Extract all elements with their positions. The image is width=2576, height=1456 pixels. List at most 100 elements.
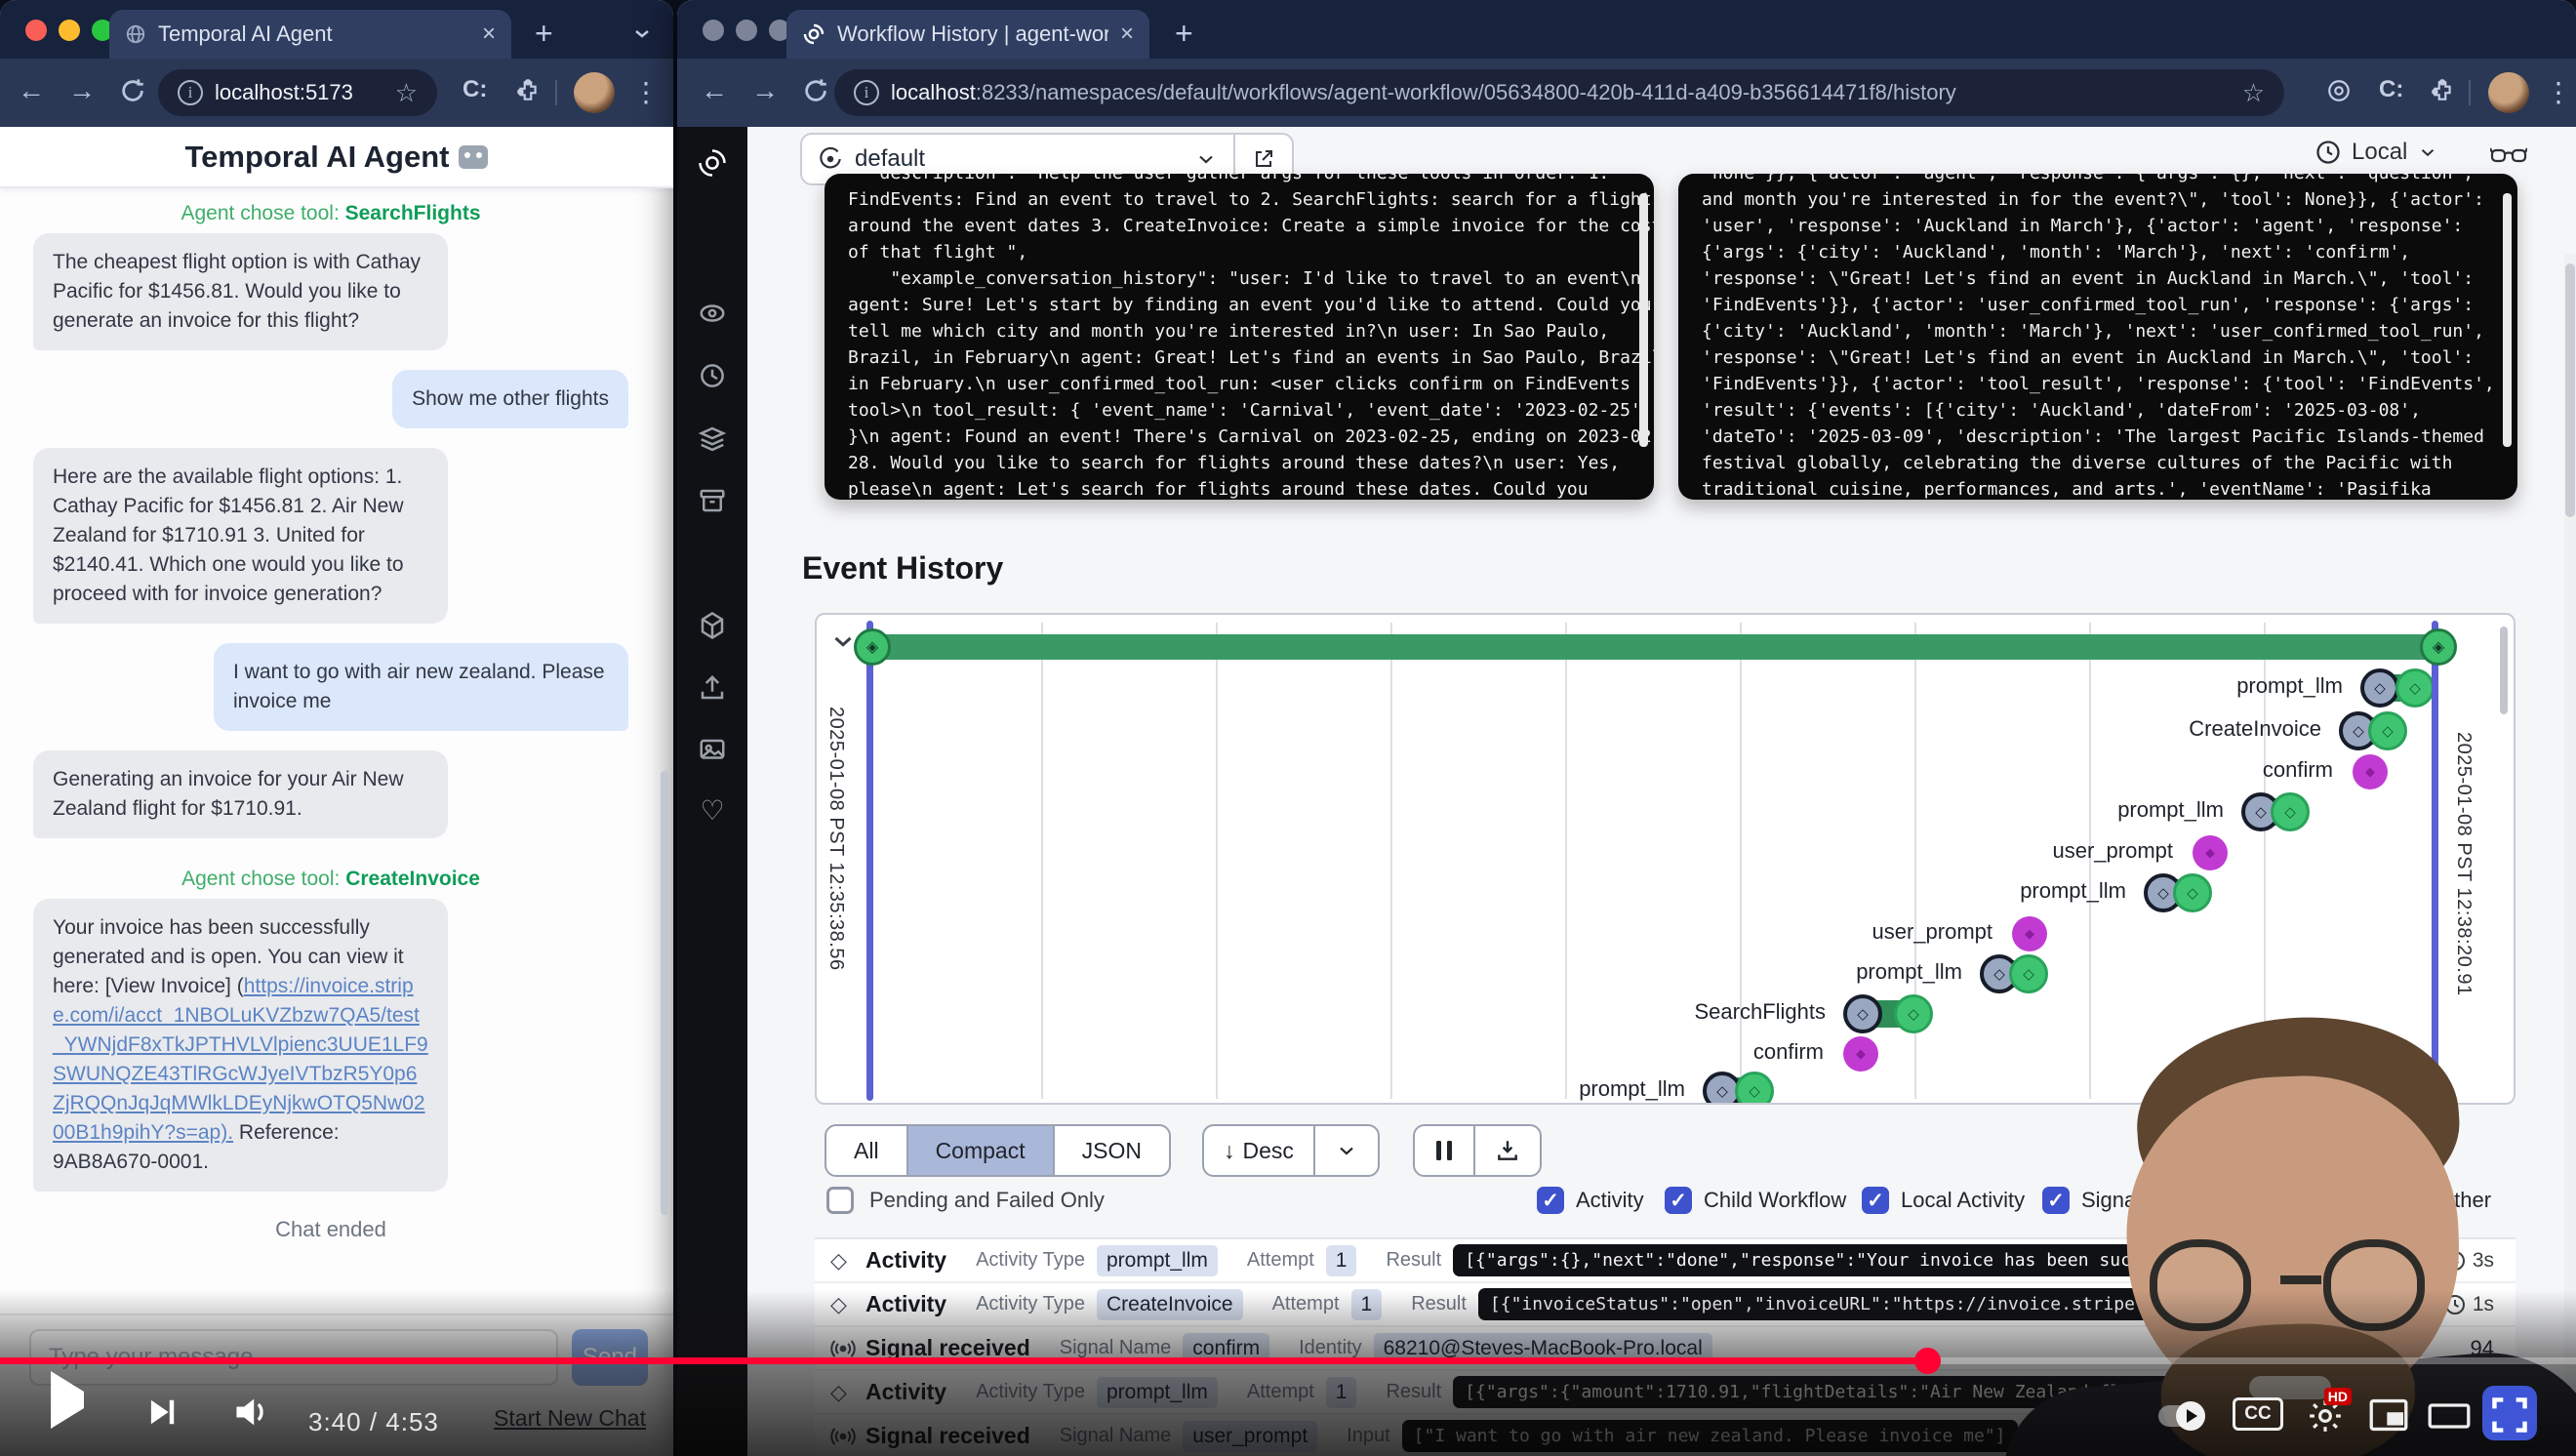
timeline-completed-node[interactable]: ◇ xyxy=(2368,711,2407,750)
nav-import-icon[interactable] xyxy=(698,673,727,703)
send-button[interactable]: Send xyxy=(572,1329,648,1386)
minimize-window-icon[interactable] xyxy=(59,20,80,41)
chat-scrollbar[interactable] xyxy=(661,771,668,1215)
nav-archive-icon[interactable] xyxy=(698,486,727,515)
view-tab-json[interactable]: JSON xyxy=(1055,1126,1169,1175)
timeline-completed-node[interactable]: ◇ xyxy=(2271,792,2310,831)
new-tab-button[interactable]: + xyxy=(1175,18,1193,49)
event-id-link[interactable]: 99 xyxy=(2360,1292,2384,1317)
tab-temporal-ai-agent[interactable]: Temporal AI Agent × xyxy=(109,10,511,59)
event-id-link[interactable]: 100 xyxy=(2395,1292,2432,1317)
extension-c-icon[interactable]: C: xyxy=(2379,76,2403,103)
timeline-completed-node[interactable]: ◇ xyxy=(1735,1072,1774,1105)
timeline-signal-node[interactable]: ◆ xyxy=(2193,835,2228,870)
event-table-row[interactable]: ◇ActivityActivity Typeprompt_llmAttempt1… xyxy=(815,1371,2516,1415)
labs-glasses-icon[interactable] xyxy=(2490,141,2527,170)
address-bar[interactable]: i localhost:8233/namespaces/default/work… xyxy=(834,69,2284,116)
extensions-puzzle-icon[interactable] xyxy=(2430,78,2455,103)
message-input[interactable] xyxy=(29,1329,558,1386)
page-scrollbar-thumb[interactable] xyxy=(2565,263,2575,517)
workflow-start-node[interactable]: ◈ xyxy=(854,628,891,666)
timeline-signal-node[interactable]: ◆ xyxy=(2353,754,2388,789)
traffic-lights[interactable] xyxy=(703,20,790,41)
timeline-scheduled-node[interactable]: ◇ xyxy=(1843,994,1882,1033)
traffic-lights[interactable] xyxy=(25,20,113,41)
code-scrollbar[interactable] xyxy=(2503,193,2512,447)
browser-menu-kebab-icon[interactable]: ⋮ xyxy=(2545,76,2572,108)
bookmark-star-icon[interactable]: ☆ xyxy=(2242,78,2265,108)
close-window-icon[interactable] xyxy=(703,20,724,41)
timezone-select[interactable]: Local xyxy=(2314,139,2438,166)
site-info-icon[interactable]: i xyxy=(178,80,203,105)
view-tab-compact[interactable]: Compact xyxy=(908,1126,1055,1175)
event-id-link[interactable]: 105 xyxy=(2348,1248,2384,1274)
timeline-completed-node[interactable]: ◇ xyxy=(2173,873,2212,912)
timeline-completed-node[interactable]: ◇ xyxy=(2395,668,2435,708)
start-new-chat-link[interactable]: Start New Chat xyxy=(494,1405,646,1432)
pause-updates-button[interactable] xyxy=(1415,1126,1473,1175)
browser-menu-kebab-icon[interactable]: ⋮ xyxy=(632,76,660,108)
filter-checkbox-local-activity[interactable]: ✓Local Activity xyxy=(1862,1187,2025,1214)
back-icon[interactable]: ← xyxy=(701,75,728,106)
event-table-row[interactable]: Signal receivedSignal Nameuser_promptInp… xyxy=(815,1415,2516,1456)
checkbox-checked[interactable]: ✓ xyxy=(2398,1187,2426,1214)
temporal-logo-icon[interactable] xyxy=(698,148,727,178)
site-info-icon[interactable]: i xyxy=(854,80,879,105)
nav-schedules-icon[interactable] xyxy=(698,361,727,390)
forward-icon[interactable]: → xyxy=(68,75,96,106)
extension-c-icon[interactable]: C: xyxy=(463,76,487,103)
filter-checkbox-signal[interactable]: ✓Signal xyxy=(2042,1187,2141,1214)
timeline-scrollbar[interactable] xyxy=(2500,627,2508,714)
timeline-signal-node[interactable]: ◆ xyxy=(1843,1036,1878,1072)
nav-batch-icon[interactable] xyxy=(698,424,727,453)
timeline-completed-node[interactable]: ◇ xyxy=(1894,994,1933,1033)
new-tab-button[interactable]: + xyxy=(535,18,553,49)
workflow-duration-bar[interactable] xyxy=(870,634,2438,660)
back-icon[interactable]: ← xyxy=(18,75,45,106)
checkbox-checked[interactable]: ✓ xyxy=(1537,1187,1564,1214)
close-window-icon[interactable] xyxy=(25,20,47,41)
event-table-row[interactable]: ◇ActivityActivity TypeCreateInvoiceAttem… xyxy=(815,1283,2516,1327)
download-history-button[interactable] xyxy=(1475,1126,1540,1175)
event-id-link[interactable]: 94 xyxy=(2471,1336,2494,1361)
address-bar[interactable]: i localhost:5173 ☆ xyxy=(158,69,437,116)
tab-workflow-history[interactable]: Workflow History | agent-wor × xyxy=(786,10,1149,59)
event-table-row[interactable]: Signal receivedSignal NameconfirmIdentit… xyxy=(815,1327,2516,1371)
tab-search-chevron-icon[interactable] xyxy=(630,21,654,45)
pending-failed-only-checkbox[interactable]: Pending and Failed Only xyxy=(826,1187,1105,1214)
sort-options-chevron[interactable] xyxy=(1315,1126,1378,1175)
nav-workflows-icon[interactable] xyxy=(698,299,727,328)
profile-avatar[interactable] xyxy=(574,72,615,113)
event-table-row[interactable]: ◇ActivityActivity Typeprompt_llmAttempt1… xyxy=(815,1239,2516,1283)
extensions-puzzle-icon[interactable] xyxy=(515,78,541,103)
open-namespace-external-icon[interactable] xyxy=(1235,147,1292,171)
nav-nexus-icon[interactable] xyxy=(698,611,727,640)
invoice-link[interactable]: https://invoice.stripe.com/i/acct_1NBOLu… xyxy=(53,975,428,1144)
bookmark-star-icon[interactable]: ☆ xyxy=(395,78,418,108)
nav-feedback-icon[interactable] xyxy=(698,736,727,765)
event-id-link[interactable]: 106 xyxy=(2395,1248,2432,1274)
timeline-signal-node[interactable]: ◆ xyxy=(2012,916,2047,951)
profile-avatar[interactable] xyxy=(2488,72,2529,113)
workflow-result-code-panel[interactable]: 'none'}}, {'actor': 'agent', 'response':… xyxy=(1678,174,2517,500)
filter-checkbox-child-workflow[interactable]: ✓Child Workflow xyxy=(1665,1187,1846,1214)
filter-checkbox-other[interactable]: ✓Other xyxy=(2398,1187,2491,1214)
page-scrollbar-track[interactable] xyxy=(2564,254,2576,1456)
code-scrollbar[interactable] xyxy=(1639,193,1648,447)
tab-close-icon[interactable]: × xyxy=(1120,20,1134,48)
checkbox-checked[interactable]: ✓ xyxy=(1862,1187,1889,1214)
reload-icon[interactable] xyxy=(802,77,829,104)
onepassword-extension-icon[interactable] xyxy=(2326,78,2352,103)
nav-labs-icon[interactable]: ♡ xyxy=(698,798,727,828)
workflow-input-code-panel[interactable]: description": "Help the user gather args… xyxy=(825,174,1654,500)
forward-icon[interactable]: → xyxy=(751,75,779,106)
workflow-end-node[interactable]: ◈ xyxy=(2420,628,2457,666)
checkbox-checked[interactable]: ✓ xyxy=(2158,1187,2186,1214)
checkbox-unchecked[interactable] xyxy=(826,1187,854,1214)
reload-icon[interactable] xyxy=(119,77,146,104)
timeline-scheduled-node[interactable]: ◇ xyxy=(2360,668,2399,708)
view-tab-all[interactable]: All xyxy=(826,1126,908,1175)
checkbox-checked[interactable]: ✓ xyxy=(1665,1187,1692,1214)
minimize-window-icon[interactable] xyxy=(736,20,757,41)
tab-close-icon[interactable]: × xyxy=(482,20,496,48)
